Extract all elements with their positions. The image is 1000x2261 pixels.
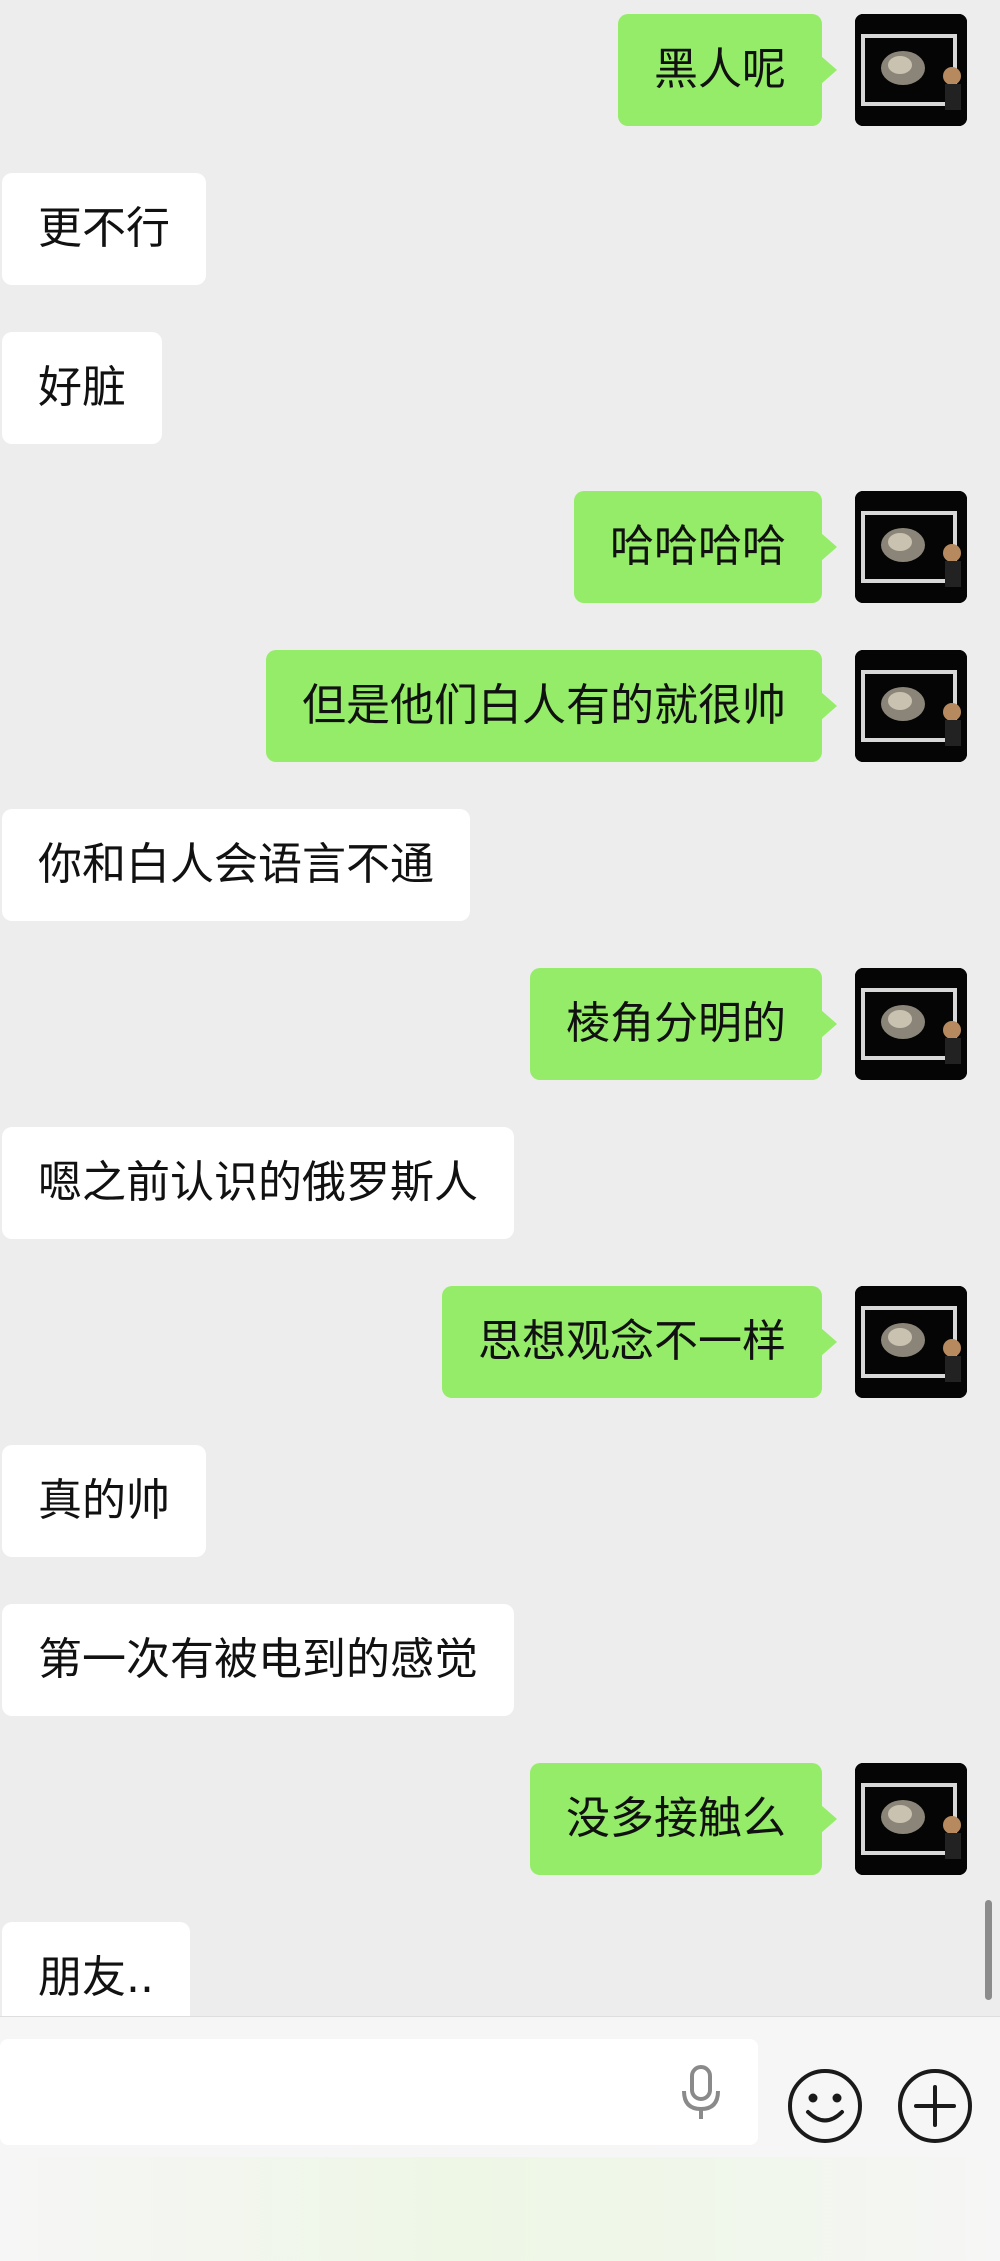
- message-list[interactable]: 黑人呢 更不行 好脏 哈哈哈哈 但是他们白人有的就很帅 你和白人会语言不通 棱角…: [0, 0, 1000, 2016]
- message-row-incoming: 朋友..: [0, 1922, 1000, 2016]
- message-row-incoming: 你和白人会语言不通: [0, 809, 1000, 921]
- message-bubble-outgoing[interactable]: 黑人呢: [618, 14, 837, 126]
- message-bubble-incoming[interactable]: 朋友..: [2, 1922, 190, 2016]
- message-bubble-outgoing[interactable]: 但是他们白人有的就很帅: [266, 650, 837, 762]
- message-row-incoming: 第一次有被电到的感觉: [0, 1604, 1000, 1716]
- avatar-image-icon: [855, 14, 967, 126]
- message-row-incoming: 更不行: [0, 173, 1000, 285]
- microphone-icon[interactable]: [670, 2061, 732, 2123]
- scrollbar[interactable]: [985, 1900, 992, 2000]
- message-row-incoming: 真的帅: [0, 1445, 1000, 1557]
- my-avatar[interactable]: [855, 650, 967, 762]
- plus-circle-icon[interactable]: [896, 2067, 974, 2145]
- message-row-outgoing: 棱角分明的: [0, 968, 1000, 1080]
- my-avatar[interactable]: [855, 491, 967, 603]
- message-bubble-incoming[interactable]: 更不行: [2, 173, 206, 285]
- message-bubble-incoming[interactable]: 真的帅: [2, 1445, 206, 1557]
- message-bubble-outgoing[interactable]: 棱角分明的: [530, 968, 837, 1080]
- message-bubble-outgoing[interactable]: 哈哈哈哈: [574, 491, 837, 603]
- my-avatar[interactable]: [855, 14, 967, 126]
- avatar-image-icon: [855, 968, 967, 1080]
- message-row-incoming: 嗯之前认识的俄罗斯人: [0, 1127, 1000, 1239]
- composer-bar: [0, 2016, 1000, 2261]
- message-bubble-incoming[interactable]: 第一次有被电到的感觉: [2, 1604, 514, 1716]
- message-bubble-outgoing[interactable]: 思想观念不一样: [442, 1286, 837, 1398]
- bottom-safe-area: [0, 2157, 1000, 2261]
- message-bubble-incoming[interactable]: 嗯之前认识的俄罗斯人: [2, 1127, 514, 1239]
- avatar-image-icon: [855, 1286, 967, 1398]
- message-bubble-incoming[interactable]: 好脏: [2, 332, 162, 444]
- message-bubble-outgoing[interactable]: 没多接触么: [530, 1763, 837, 1875]
- my-avatar[interactable]: [855, 968, 967, 1080]
- avatar-image-icon: [855, 491, 967, 603]
- message-row-outgoing: 没多接触么: [0, 1763, 1000, 1875]
- my-avatar[interactable]: [855, 1286, 967, 1398]
- message-row-outgoing: 但是他们白人有的就很帅: [0, 650, 1000, 762]
- message-row-outgoing: 哈哈哈哈: [0, 491, 1000, 603]
- chat-screen: 黑人呢 更不行 好脏 哈哈哈哈 但是他们白人有的就很帅 你和白人会语言不通 棱角…: [0, 0, 1000, 2261]
- my-avatar[interactable]: [855, 1763, 967, 1875]
- smiley-icon[interactable]: [786, 2067, 864, 2145]
- message-bubble-incoming[interactable]: 你和白人会语言不通: [2, 809, 470, 921]
- avatar-image-icon: [855, 650, 967, 762]
- avatar-image-icon: [855, 1763, 967, 1875]
- message-row-outgoing: 思想观念不一样: [0, 1286, 1000, 1398]
- message-row-incoming: 好脏: [0, 332, 1000, 444]
- message-row-outgoing: 黑人呢: [0, 14, 1000, 126]
- message-input[interactable]: [0, 2039, 758, 2145]
